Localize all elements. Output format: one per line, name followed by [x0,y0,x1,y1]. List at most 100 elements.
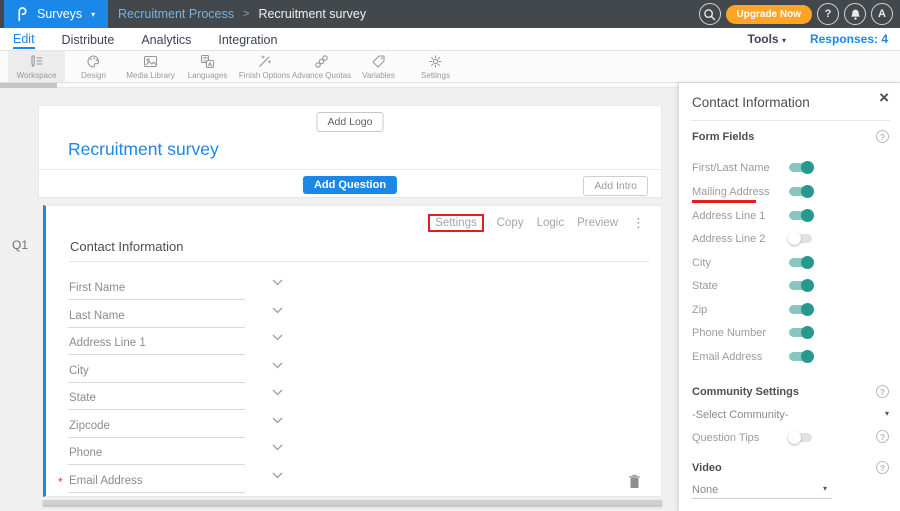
field-label: Address Line 1 [69,337,146,349]
toolbar-item-media-library[interactable]: Media Library [122,51,179,82]
add-question-button[interactable]: Add Question [303,176,397,194]
variables-icon [371,54,386,69]
field-label: Phone [69,447,102,459]
toggle-question-tips[interactable] [789,433,812,442]
contact-field-email-address[interactable]: * Email Address [68,467,245,493]
search-icon [703,8,716,21]
question-preview-button[interactable]: Preview [577,217,618,229]
tools-menu[interactable]: Tools ▾ [748,32,786,46]
topbar-actions: Upgrade Now ? A [699,3,893,25]
toggle-knob [801,256,814,269]
contact-field-state[interactable]: State [68,384,245,410]
toggle-row-first-last-name: First/Last Name [692,162,888,176]
product-switcher[interactable]: Surveys ▾ [4,0,108,28]
toolbar-item-settings[interactable]: Settings [407,51,464,82]
question-card: Settings Copy Logic Preview ⋮ Contact In… [43,205,662,497]
media-library-icon [143,54,158,69]
tab-analytics[interactable]: Analytics [141,31,191,48]
edit-toolbar: Workspace Design Media Library [0,50,900,83]
tab-integration[interactable]: Integration [218,31,277,48]
toggle-address-line-2[interactable] [789,234,812,243]
contact-field-phone[interactable]: Phone [68,439,245,465]
toggle-city[interactable] [789,258,812,267]
horizontal-scrollbar-bottom[interactable] [43,500,662,506]
horizontal-scrollbar-top[interactable] [0,83,678,88]
toolbar-item-finish-options[interactable]: Finish Options [236,51,293,82]
finish-options-icon [257,54,272,69]
chevron-down-icon[interactable]: ▾ [885,409,889,418]
survey-header-card: Add Logo Recruitment survey Add Question… [38,105,662,198]
help-button[interactable]: ? [817,3,839,25]
responses-link[interactable]: Responses: 4 [810,32,888,46]
toggle-label: Question Tips [692,432,759,444]
community-select[interactable]: -Select Community- [692,409,789,421]
search-button[interactable] [699,3,721,25]
toggle-first-last-name[interactable] [789,163,812,172]
toggle-email-address[interactable] [789,352,812,361]
contact-field-last-name[interactable]: Last Name [68,302,245,328]
add-intro-button[interactable]: Add Intro [583,176,648,196]
help-icon[interactable]: ? [876,385,889,398]
upgrade-button[interactable]: Upgrade Now [726,5,812,24]
chevron-down-icon[interactable] [272,301,283,319]
breadcrumb-current: Recruitment survey [258,7,366,21]
toolbar-item-label: Settings [421,71,450,80]
toggle-row-email-address: Email Address [692,351,888,365]
toggle-label: Phone Number [692,327,766,339]
toggle-mailing-address[interactable] [789,187,812,196]
form-fields-heading: Form Fields [692,131,754,143]
divider [691,120,890,121]
toggle-label: Address Line 2 [692,233,765,245]
toolbar-item-languages[interactable]: Languages [179,51,236,82]
toolbar-item-label: Languages [188,71,228,80]
scrollbar-thumb[interactable] [0,83,57,88]
toggle-address-line-1[interactable] [789,211,812,220]
chevron-down-icon[interactable] [272,411,283,429]
chevron-down-icon[interactable] [272,356,283,374]
question-settings-button[interactable]: Settings [428,214,484,232]
question-actions: Settings Copy Logic Preview ⋮ [428,214,645,232]
help-icon[interactable]: ? [876,461,889,474]
video-select[interactable]: None [692,484,718,496]
toggle-label: State [692,280,718,292]
help-icon[interactable]: ? [876,430,889,443]
tab-distribute[interactable]: Distribute [62,31,115,48]
workspace-icon [29,54,44,69]
contact-field-city[interactable]: City [68,357,245,383]
delete-question-button[interactable] [628,474,641,492]
chevron-down-icon[interactable] [272,466,283,484]
toggle-state[interactable] [789,281,812,290]
tab-edit[interactable]: Edit [13,30,35,49]
kebab-menu-icon[interactable]: ⋮ [632,215,645,231]
toolbar-item-design[interactable]: Design [65,51,122,82]
divider [39,169,661,170]
chevron-down-icon[interactable] [272,438,283,456]
chevron-down-icon[interactable] [272,273,283,291]
toolbar-item-variables[interactable]: Variables [350,51,407,82]
survey-title[interactable]: Recruitment survey [68,139,219,160]
toolbar-item-advance-quotas[interactable]: Advance Quotas [293,51,350,82]
field-label: Zipcode [69,420,110,432]
toolbar-item-workspace[interactable]: Workspace [8,51,65,82]
contact-field-zipcode[interactable]: Zipcode [68,412,245,438]
close-icon[interactable]: × [879,89,889,106]
contact-field-first-name[interactable]: First Name [68,274,245,300]
add-logo-button[interactable]: Add Logo [317,112,384,132]
question-title[interactable]: Contact Information [70,239,183,254]
chevron-down-icon[interactable] [272,328,283,346]
chevron-down-icon[interactable]: ▾ [823,484,827,493]
contact-field-address-line-1[interactable]: Address Line 1 [68,329,245,355]
question-logic-button[interactable]: Logic [537,217,565,229]
annotation-underline [692,200,756,203]
notifications-button[interactable] [844,3,866,25]
toolbar-item-label: Workspace [17,71,57,80]
question-copy-button[interactable]: Copy [497,217,524,229]
toggle-zip[interactable] [789,305,812,314]
toggle-row-address-line-1: Address Line 1 [692,210,888,224]
question-number: Q1 [12,238,28,252]
avatar[interactable]: A [871,3,893,25]
help-icon[interactable]: ? [876,130,889,143]
toggle-phone-number[interactable] [789,328,812,337]
chevron-down-icon[interactable] [272,383,283,401]
breadcrumb-folder[interactable]: Recruitment Process [118,7,234,21]
